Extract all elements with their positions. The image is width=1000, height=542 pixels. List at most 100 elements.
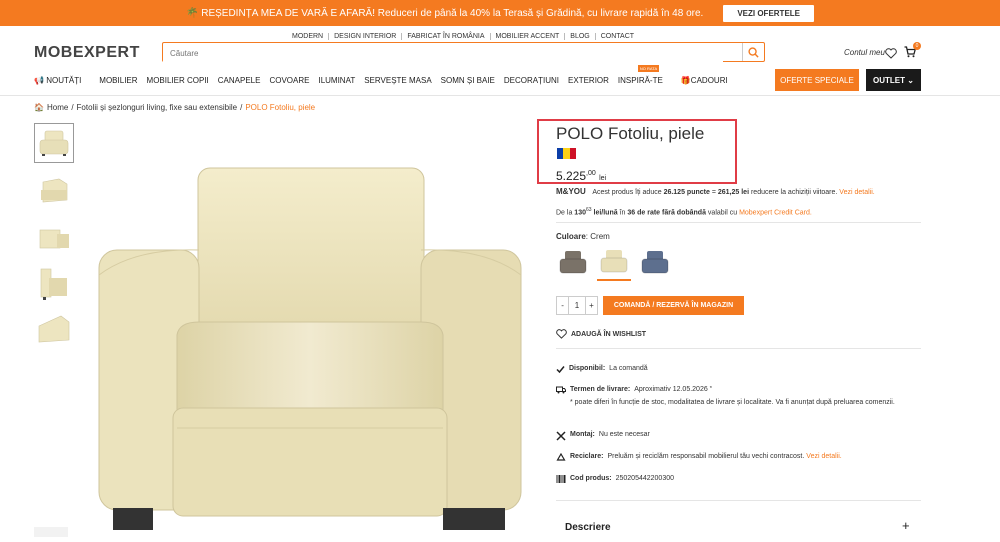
delivery-value: Aproximativ 12.05.2026 <box>634 386 708 393</box>
add-to-wishlist-button[interactable]: ADAUGĂ ÎN WISHLIST <box>556 329 646 339</box>
top-link-blog[interactable]: BLOG <box>565 33 596 40</box>
recycle-details-link[interactable]: Vezi detalii. <box>806 453 841 460</box>
barcode-icon <box>556 475 566 483</box>
cart-count-badge: 0 <box>913 42 921 50</box>
nav-item-mobilier[interactable]: MOBILIER <box>99 76 137 85</box>
nav-item-canapele[interactable]: CANAPELE <box>218 76 261 85</box>
search-bar <box>162 42 765 63</box>
product-price: 5.225,00 lei <box>556 169 606 183</box>
product-thumbnail[interactable] <box>34 263 74 303</box>
truck-icon <box>556 386 566 394</box>
product-main-image[interactable] <box>95 150 525 537</box>
asterisk: * <box>709 386 712 392</box>
nav-item-inspira-te[interactable]: INSPIRĂ-TE NO RATA <box>618 64 672 85</box>
assembly-row: Montaj: Nu este necesar <box>556 431 650 441</box>
breadcrumb-current: POLO Fotoliu, piele <box>245 103 316 112</box>
breadcrumb-home[interactable]: Home <box>47 103 68 112</box>
color-swatch[interactable] <box>597 245 631 281</box>
nav-item-somn-si-baie[interactable]: SOMN ȘI BAIE <box>441 76 495 85</box>
nav-divider <box>0 95 1000 96</box>
color-value: Crem <box>590 232 610 241</box>
myou-details-link[interactable]: Vezi detalii. <box>839 189 874 196</box>
price-currency: lei <box>599 175 607 182</box>
product-thumbnail[interactable] <box>34 171 74 211</box>
quantity-input[interactable]: 1 <box>568 297 586 314</box>
search-icon[interactable] <box>742 43 764 61</box>
cart-icon[interactable]: 0 <box>904 42 921 63</box>
offers-label: OFERTE SPECIALE <box>780 75 854 85</box>
order-button[interactable]: COMANDĂ / REZERVĂ ÎN MAGAZIN <box>603 296 744 315</box>
top-links: MODERN DESIGN INTERIOR FABRICAT ÎN ROMÂN… <box>287 33 639 40</box>
new-badge: NO RATA <box>637 64 660 72</box>
divider <box>556 500 921 501</box>
breadcrumb-category[interactable]: Fotolii și șezlonguri living, fixe sau e… <box>77 103 238 112</box>
promo-text: 🌴 REȘEDINȚA MEA DE VARĂ E AFARĂ! Reducer… <box>186 7 704 19</box>
nav-item-mobilier-copii[interactable]: MOBILIER COPII <box>147 76 209 85</box>
loyalty-info: M&YOU Acest produs îți aduce 26.125 punc… <box>556 187 875 196</box>
nav-item-exterior[interactable]: EXTERIOR <box>568 76 609 85</box>
promo-banner: 🌴 REȘEDINȚA MEA DE VARĂ E AFARĂ! Reducer… <box>0 0 1000 26</box>
top-link-modern[interactable]: MODERN <box>287 33 330 40</box>
rate-value: 130 <box>574 209 586 217</box>
account-link[interactable]: Contul meu <box>844 48 885 57</box>
nav-item-iluminat[interactable]: ILUMINAT <box>318 76 355 85</box>
price-main: 5.225 <box>556 169 587 183</box>
nav-item-cadouri[interactable]: 🎁CADOURI <box>681 76 737 85</box>
myou-value: 261,25 lei <box>717 189 750 196</box>
myou-rest: reducere la achiziții viitoare. <box>750 189 838 196</box>
product-thumbnail[interactable] <box>34 309 74 349</box>
top-link-design[interactable]: DESIGN INTERIOR <box>329 33 403 40</box>
flag-stripe <box>569 148 576 159</box>
color-swatch[interactable] <box>638 245 672 281</box>
divider <box>556 348 921 349</box>
installments-info: De la 13063 lei/lună în 36 de rate fără … <box>556 207 812 216</box>
rate-mid: în <box>619 209 626 217</box>
availability-label: Disponibil: <box>569 365 606 372</box>
product-thumbnail[interactable] <box>34 123 74 163</box>
plus-icon[interactable]: + <box>902 518 910 533</box>
promo-offers-button[interactable]: VEZI OFERTELE <box>723 4 814 22</box>
check-icon <box>556 366 565 374</box>
special-offers-button[interactable]: OFERTE SPECIALE <box>775 69 859 91</box>
wishlist-label: ADAUGĂ ÎN WISHLIST <box>571 330 647 338</box>
nav-item-covoare[interactable]: COVOARE <box>269 76 309 85</box>
product-thumbnail[interactable] <box>34 527 68 537</box>
product-title: POLO Fotoliu, piele <box>556 124 705 143</box>
chevron-down-icon: ⌄ <box>905 75 914 85</box>
recycle-label: Reciclare: <box>570 453 604 460</box>
description-toggle[interactable]: Descriere <box>565 522 611 533</box>
quantity-stepper: - 1 + <box>556 296 598 315</box>
nav-item-noutati[interactable]: 📢 NOUTĂȚI <box>34 76 90 85</box>
top-link-accent[interactable]: MOBILIER ACCENT <box>491 33 566 40</box>
quantity-increase-button[interactable]: + <box>586 297 597 314</box>
assembly-label: Montaj: <box>570 431 595 438</box>
nav-item-serveste-masa[interactable]: SERVEȘTE MASA <box>364 76 431 85</box>
recycle-value: Preluăm și reciclăm responsabil mobilier… <box>607 453 805 460</box>
recycle-row: Reciclare: Preluăm și reciclăm responsab… <box>556 453 842 463</box>
myou-text: Acest produs îți aduce <box>592 189 662 196</box>
divider <box>556 222 921 223</box>
code-label: Cod produs: <box>570 475 612 482</box>
rate-pre: De la <box>556 209 573 217</box>
top-link-fabricat[interactable]: FABRICAT ÎN ROMÂNIA <box>402 33 491 40</box>
product-thumbnail[interactable] <box>34 217 74 257</box>
code-row: Cod produs: 250205442200300 <box>556 475 674 483</box>
wishlist-heart-icon[interactable] <box>885 46 897 64</box>
top-link-contact[interactable]: CONTACT <box>596 33 639 40</box>
nav-item-decoratiuni[interactable]: DECORAȚIUNI <box>504 76 559 85</box>
recycle-icon <box>556 453 566 461</box>
color-swatch[interactable] <box>556 245 590 281</box>
color-label-text: Culoare <box>556 232 586 241</box>
credit-card-link[interactable]: Mobexpert Credit Card. <box>739 209 812 216</box>
availability-value: La comandă <box>609 365 648 372</box>
rate-post: valabil cu <box>707 209 738 217</box>
search-input[interactable] <box>163 44 723 63</box>
breadcrumb-separator: / <box>240 103 243 112</box>
availability-row: Disponibil: La comandă <box>556 365 648 374</box>
logo[interactable]: MOBEXPERT <box>34 44 140 62</box>
quantity-decrease-button[interactable]: - <box>557 297 568 314</box>
rate-months: 36 de rate fără dobândă <box>627 209 706 217</box>
outlet-button[interactable]: OUTLET ⌄ <box>866 69 921 91</box>
myou-logo: M&YOU <box>556 187 586 196</box>
romanian-flag-icon <box>557 148 576 159</box>
